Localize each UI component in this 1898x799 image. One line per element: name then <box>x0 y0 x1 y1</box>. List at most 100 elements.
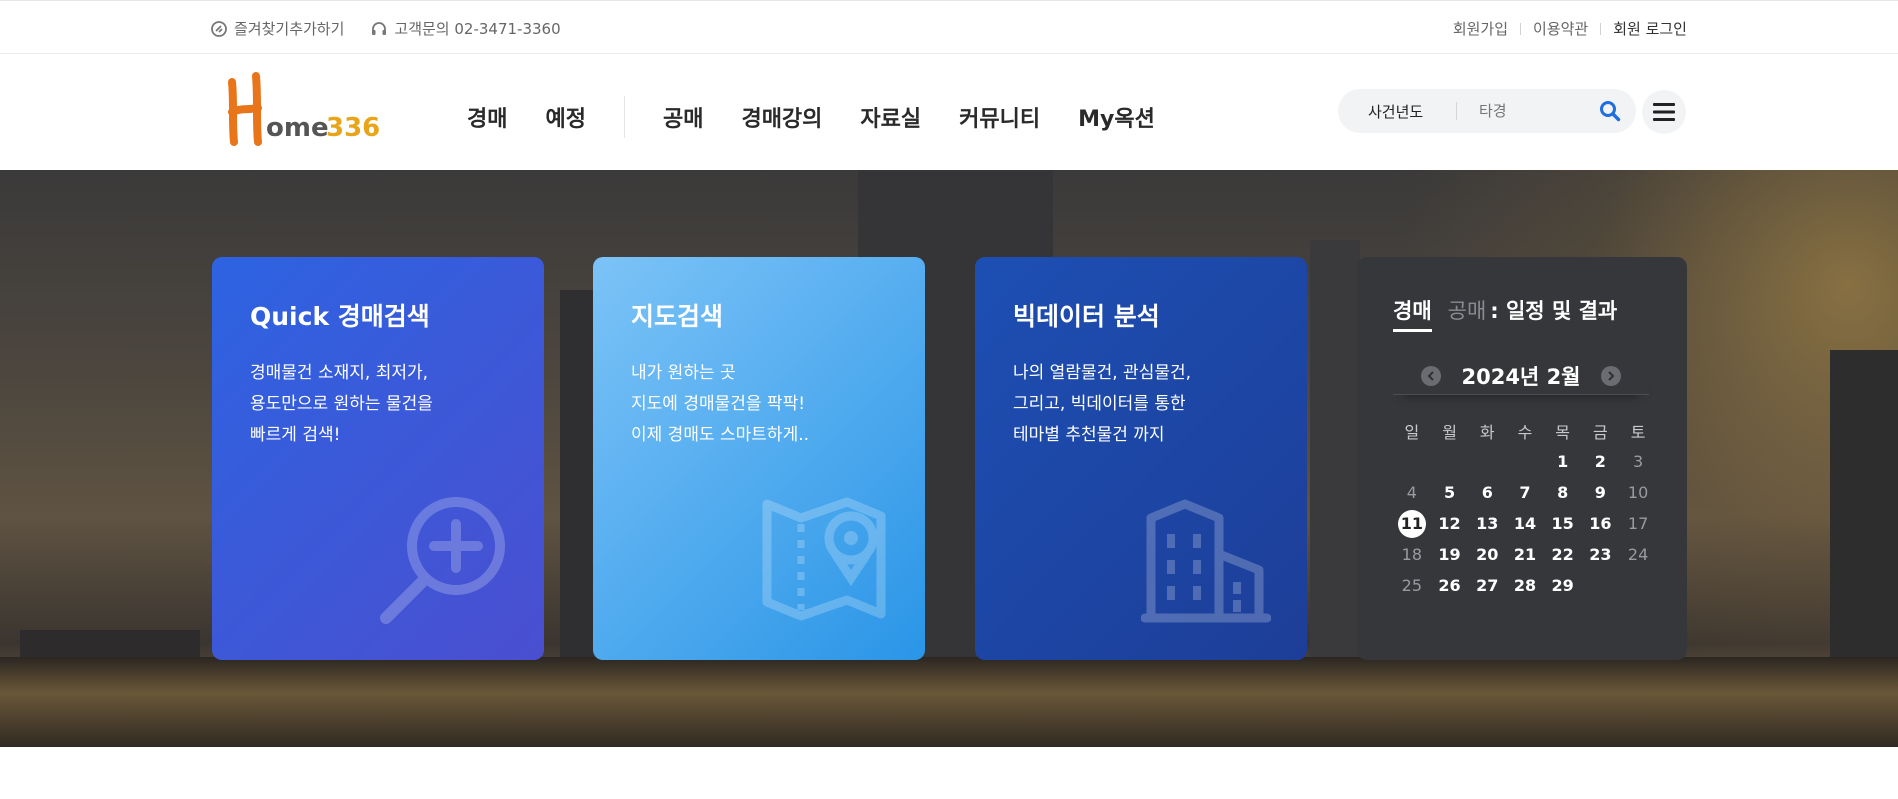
contact-info: 고객문의 02-3471-3360 <box>370 18 561 39</box>
case-number-input[interactable] <box>1457 102 1597 120</box>
prev-month-button[interactable] <box>1421 365 1442 386</box>
calendar-day[interactable]: 8 <box>1544 477 1582 508</box>
calendar-day[interactable]: 12 <box>1431 508 1469 539</box>
calendar-day[interactable]: 16 <box>1582 508 1620 539</box>
contact-label: 고객문의 02-3471-3360 <box>394 20 561 38</box>
day-number: 3 <box>1633 452 1644 471</box>
calendar-day[interactable]: 27 <box>1468 570 1506 601</box>
card-line: 나의 열람물건, 관심물건, <box>1013 363 1192 383</box>
bigdata-analysis-card[interactable]: 빅데이터 분석 나의 열람물건, 관심물건, 그리고, 빅데이터를 통한 테마별… <box>975 257 1307 660</box>
quick-search-card[interactable]: Quick 경매검색 경매물건 소재지, 최저가, 용도만으로 원하는 물건을 … <box>212 257 544 660</box>
calendar-day[interactable]: 2 <box>1582 446 1620 477</box>
tab-public-sale[interactable]: 공매 <box>1448 295 1487 332</box>
card-title: 지도검색 <box>631 302 724 331</box>
calendar-day[interactable]: 24 <box>1619 539 1657 570</box>
bookmark-label: 즐겨찾기추가하기 <box>234 20 345 38</box>
day-number: 6 <box>1481 483 1493 502</box>
headset-icon <box>372 21 387 35</box>
logo-number-text: 336 <box>326 113 380 143</box>
day-number: 20 <box>1476 545 1499 564</box>
bookmark-link[interactable]: 즐겨찾기추가하기 <box>210 18 344 39</box>
tab-auction[interactable]: 경매 <box>1393 295 1432 332</box>
nav-item-public-sale[interactable]: 공매 <box>663 101 703 133</box>
month-navigator: 2024년 2월 <box>1393 357 1649 395</box>
calendar-day[interactable]: 1 <box>1544 446 1582 477</box>
calendar-day[interactable]: 15 <box>1544 508 1582 539</box>
card-line: 빠르게 검색! <box>250 425 341 445</box>
day-number: 15 <box>1551 514 1574 533</box>
nav-item-my-auction[interactable]: My옥션 <box>1078 101 1155 133</box>
login-link[interactable]: 회원 로그인 <box>1601 18 1687 39</box>
calendar-empty-cell <box>1431 446 1469 477</box>
hero-banner: Quick 경매검색 경매물건 소재지, 최저가, 용도만으로 원하는 물건을 … <box>0 170 1898 747</box>
card-line: 지도에 경매물건을 팍팍! <box>631 394 806 414</box>
calendar-day[interactable]: 29 <box>1544 570 1582 601</box>
calendar-day[interactable]: 7 <box>1506 477 1544 508</box>
calendar-day[interactable]: 10 <box>1619 477 1657 508</box>
home336-logo[interactable]: ome 336 <box>226 72 386 148</box>
background-building <box>1830 350 1898 690</box>
calendar-day[interactable]: 13 <box>1468 508 1506 539</box>
next-month-button[interactable] <box>1600 365 1621 386</box>
day-number: 7 <box>1519 483 1531 502</box>
calendar-day[interactable]: 3 <box>1619 446 1657 477</box>
chevron-left-icon <box>1428 370 1435 381</box>
logo-ome-text: ome <box>266 113 329 143</box>
calendar-day[interactable]: 23 <box>1582 539 1620 570</box>
card-line: 테마별 추천물건 까지 <box>1013 425 1165 445</box>
calendar-day[interactable]: 11 <box>1393 508 1431 539</box>
calendar-day[interactable]: 4 <box>1393 477 1431 508</box>
nav-item-community[interactable]: 커뮤니티 <box>959 101 1040 133</box>
calendar-grid: 일 월 화 수 목 금 토 1 2 3 4 5 6 7 8 9 10 11 12 13 14 15 16 17 1… <box>1393 415 1657 601</box>
signup-link[interactable]: 회원가입 <box>1441 18 1520 39</box>
calendar-day[interactable]: 20 <box>1468 539 1506 570</box>
calendar-day[interactable]: 21 <box>1506 539 1544 570</box>
background-building <box>1310 240 1360 690</box>
river-reflection <box>0 657 1898 747</box>
card-line: 용도만으로 원하는 물건을 <box>250 394 433 414</box>
calendar-day[interactable]: 14 <box>1506 508 1544 539</box>
calendar-day[interactable]: 6 <box>1468 477 1506 508</box>
building-icon <box>1141 499 1271 623</box>
bookmark-icon <box>211 20 227 37</box>
calendar-day[interactable]: 9 <box>1582 477 1620 508</box>
day-number: 29 <box>1551 576 1574 595</box>
calendar-empty-cell <box>1506 446 1544 477</box>
top-utility-bar: 즐겨찾기추가하기 고객문의 02-3471-3360 회원가입 이용약관 회원 … <box>0 0 1898 54</box>
day-number: 14 <box>1513 514 1537 533</box>
hamburger-menu-button[interactable] <box>1642 90 1686 134</box>
day-number: 27 <box>1476 576 1499 595</box>
calendar-days: 1 2 3 4 5 6 7 8 9 10 11 12 13 14 15 16 17 18 19 20 21 22 23 24 2… <box>1393 446 1657 601</box>
weekday-label: 월 <box>1442 422 1457 442</box>
day-number: 8 <box>1557 483 1569 502</box>
search-icon[interactable] <box>1599 100 1621 122</box>
weekday-label: 일 <box>1404 422 1420 442</box>
day-number: 16 <box>1589 514 1612 533</box>
nav-item-auction[interactable]: 경매 <box>467 101 507 133</box>
auction-calendar: 경매 공매 : 일정 및 결과 2024년 2월 일 월 화 수 목 금 토 1… <box>1357 257 1687 660</box>
calendar-day[interactable]: 19 <box>1431 539 1469 570</box>
calendar-day[interactable]: 17 <box>1619 508 1657 539</box>
calendar-day[interactable]: 22 <box>1544 539 1582 570</box>
calendar-tabs: 경매 공매 : 일정 및 결과 <box>1393 295 1617 332</box>
calendar-day[interactable]: 25 <box>1393 570 1431 601</box>
nav-item-scheduled[interactable]: 예정 <box>545 101 585 133</box>
calendar-week-row: 4 5 6 7 8 9 10 <box>1393 477 1657 508</box>
day-number: 17 <box>1627 514 1649 533</box>
calendar-day[interactable]: 18 <box>1393 539 1431 570</box>
terms-link[interactable]: 이용약관 <box>1521 18 1600 39</box>
card-line: 이제 경매도 스마트하게.. <box>631 425 810 445</box>
nav-item-resources[interactable]: 자료실 <box>860 101 921 133</box>
calendar-week-row: 1 2 3 <box>1393 446 1657 477</box>
card-line: 내가 원하는 곳 <box>631 363 736 383</box>
card-line: 그리고, 빅데이터를 통한 <box>1013 394 1186 414</box>
day-number: 5 <box>1443 483 1456 502</box>
calendar-day[interactable]: 5 <box>1431 477 1469 508</box>
case-year-select[interactable]: 사건년도 <box>1338 101 1456 122</box>
chevron-right-icon <box>1607 370 1614 381</box>
hamburger-icon <box>1653 103 1675 121</box>
map-search-card[interactable]: 지도검색 내가 원하는 곳 지도에 경매물건을 팍팍! 이제 경매도 스마트하게… <box>593 257 925 660</box>
calendar-day[interactable]: 26 <box>1431 570 1469 601</box>
nav-item-lectures[interactable]: 경매강의 <box>741 101 822 133</box>
calendar-day[interactable]: 28 <box>1506 570 1544 601</box>
